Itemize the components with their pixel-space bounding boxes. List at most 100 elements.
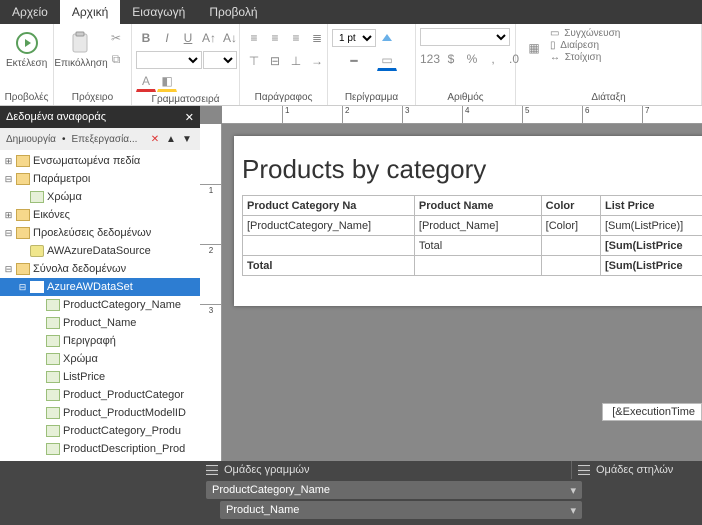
field-icon [46, 407, 60, 419]
align-bottom-icon[interactable]: ⊥ [286, 51, 306, 71]
cell[interactable]: [ProductCategory_Name] [243, 216, 415, 236]
dataset-icon [30, 281, 44, 293]
border-color-button[interactable] [377, 28, 397, 48]
cell[interactable] [541, 236, 600, 256]
percent-icon[interactable]: % [462, 49, 482, 69]
row-group[interactable]: ProductCategory_Name▾ [206, 481, 582, 499]
field-icon [46, 317, 60, 329]
field-icon [46, 371, 60, 383]
split-button[interactable]: ▯ Διαίρεση [550, 40, 620, 51]
italic-button[interactable]: I [157, 28, 177, 48]
cell[interactable]: [Product_Name] [414, 216, 541, 236]
field-icon [46, 299, 60, 311]
border-style-button[interactable]: ━ [332, 51, 376, 71]
collapse-icon[interactable]: ⊟ [4, 174, 13, 185]
font-grow-icon[interactable]: A↑ [199, 28, 219, 48]
cell[interactable] [541, 256, 600, 276]
font-family-select[interactable] [136, 51, 202, 69]
tree: ⊞Ενσωματωμένα πεδία ⊟Παράμετροι Χρώμα ⊞Ε… [0, 150, 200, 461]
font-color-button[interactable]: A [136, 72, 156, 92]
paste-button[interactable]: Επικόλληση [58, 28, 104, 71]
field-icon [46, 443, 60, 455]
field-icon [46, 425, 60, 437]
cell[interactable]: Total [243, 256, 415, 276]
cell[interactable]: [Sum(ListPrice)] [600, 216, 702, 236]
edit-link[interactable]: Επεξεργασία... [71, 134, 137, 145]
collapse-icon[interactable]: ⊟ [4, 228, 13, 239]
justify-icon[interactable]: ≣ [307, 28, 327, 48]
cell[interactable]: [Sum(ListPrice [600, 236, 702, 256]
font-size-select[interactable] [203, 51, 237, 69]
datasource-icon [30, 245, 44, 257]
param-icon [30, 191, 44, 203]
align-button[interactable]: ↔ Στοίχιση [550, 52, 620, 63]
folder-icon [16, 173, 30, 185]
col-header[interactable]: Product Category Na [243, 196, 415, 216]
align-middle-icon[interactable]: ⊟ [265, 51, 285, 71]
folder-icon [16, 209, 30, 221]
chevron-down-icon[interactable]: ▾ [570, 504, 576, 517]
col-header[interactable]: List Price [600, 196, 702, 216]
dollar-icon[interactable]: $ [441, 49, 461, 69]
design-surface: 1234567 123 Products by category Product… [200, 106, 702, 461]
layout-grid-icon[interactable]: ▦ [520, 28, 548, 68]
ribbon: Εκτέλεση Προβολές Επικόλληση ✂ ⧉ Πρόχειρ… [0, 24, 702, 106]
border-width-select[interactable]: 1 pt [332, 29, 376, 47]
fill-color-button[interactable]: ◧ [157, 72, 177, 92]
grouping-pane: Ομάδες γραμμών Ομάδες στηλών ProductCate… [0, 461, 702, 525]
dataset-selected[interactable]: ⊟AzureAWDataSet [0, 278, 200, 296]
report-data-panel: Δεδομένα αναφοράς ✕ Δημιουργία • Επεξεργ… [0, 106, 200, 461]
row-group[interactable]: Product_Name▾ [220, 501, 582, 519]
cut-icon[interactable]: ✂ [106, 28, 126, 48]
border-preset-button[interactable]: ▭ [377, 51, 397, 71]
currency-icon[interactable]: 123 [420, 49, 440, 69]
cell[interactable] [243, 236, 415, 256]
tab-insert[interactable]: Εισαγωγή [120, 0, 197, 24]
report-table[interactable]: Product Category Na Product Name Color L… [242, 195, 702, 276]
new-link[interactable]: Δημιουργία [6, 134, 56, 145]
col-header[interactable]: Color [541, 196, 600, 216]
folder-icon [16, 263, 30, 275]
ruler-horizontal: 1234567 [222, 106, 702, 124]
align-left-icon[interactable]: ≡ [244, 28, 264, 48]
chevron-down-icon[interactable]: ▾ [570, 484, 576, 497]
execution-time-box[interactable]: [&ExecutionTime [602, 403, 702, 421]
up-icon[interactable]: ▲ [164, 132, 178, 146]
tab-home[interactable]: Αρχική [60, 0, 120, 24]
comma-icon[interactable]: , [483, 49, 503, 69]
panel-title: Δεδομένα αναφοράς [6, 111, 106, 123]
tab-file[interactable]: Αρχείο [0, 0, 60, 24]
col-header[interactable]: Product Name [414, 196, 541, 216]
bold-button[interactable]: B [136, 28, 156, 48]
grid-icon [578, 465, 590, 475]
close-icon[interactable]: ✕ [185, 111, 194, 124]
indent-icon[interactable]: → [307, 51, 327, 71]
cell[interactable] [414, 256, 541, 276]
field-icon [46, 389, 60, 401]
report-page[interactable]: Products by category Product Category Na… [234, 136, 702, 306]
expand-icon[interactable]: ⊞ [4, 210, 13, 221]
run-button[interactable]: Εκτέλεση [4, 28, 49, 71]
underline-button[interactable]: U [178, 28, 198, 48]
cell[interactable]: [Sum(ListPrice [600, 256, 702, 276]
folder-icon [16, 227, 30, 239]
tab-bar: Αρχείο Αρχική Εισαγωγή Προβολή [0, 0, 702, 24]
number-format-select[interactable] [420, 28, 510, 46]
merge-button[interactable]: ▭ Συγχώνευση [550, 28, 620, 39]
down-icon[interactable]: ▼ [180, 132, 194, 146]
collapse-icon[interactable]: ⊟ [4, 264, 13, 275]
cell[interactable]: Total [414, 236, 541, 256]
cell[interactable]: [Color] [541, 216, 600, 236]
field-icon [46, 335, 60, 347]
copy-icon[interactable]: ⧉ [106, 49, 126, 69]
font-shrink-icon[interactable]: A↓ [220, 28, 240, 48]
folder-icon [16, 155, 30, 167]
tab-view[interactable]: Προβολή [197, 0, 269, 24]
grid-icon [206, 465, 218, 475]
align-top-icon[interactable]: ⊤ [244, 51, 264, 71]
delete-icon[interactable]: ✕ [148, 132, 162, 146]
align-right-icon[interactable]: ≡ [286, 28, 306, 48]
align-center-icon[interactable]: ≡ [265, 28, 285, 48]
expand-icon[interactable]: ⊞ [4, 156, 13, 167]
report-title[interactable]: Products by category [242, 150, 702, 195]
